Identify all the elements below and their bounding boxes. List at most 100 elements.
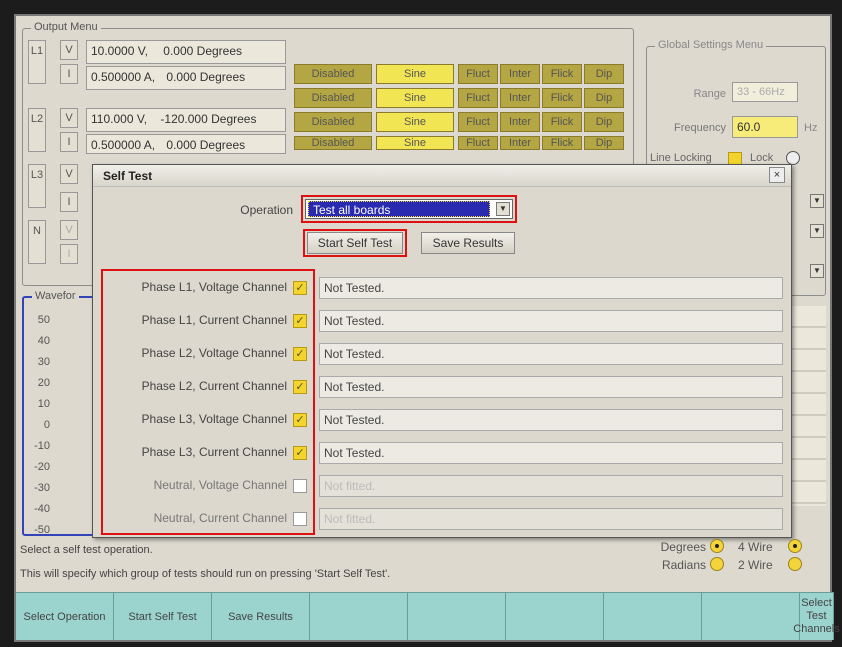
l1-v-dip-button[interactable]: Dip <box>584 64 624 84</box>
operation-selected-value: Test all boards <box>308 201 490 217</box>
softkey-8[interactable] <box>702 592 800 640</box>
l1-i-tag: I <box>60 64 78 84</box>
l1-voltage-value[interactable]: 10.0000 V, 0.000 Degrees <box>86 40 286 64</box>
l2-v-disabled-button[interactable]: Disabled <box>294 112 372 132</box>
chevron-down-icon[interactable]: ▼ <box>496 202 510 216</box>
l3-v-tag: V <box>60 164 78 184</box>
l1-v-disabled-button[interactable]: Disabled <box>294 64 372 84</box>
n-v-tag: V <box>60 220 78 240</box>
channel-label: Neutral, Voltage Channel <box>153 478 287 492</box>
l2-current-value[interactable]: 0.500000 A, 0.000 Degrees <box>86 134 286 154</box>
channel-label: Phase L1, Current Channel <box>141 313 287 327</box>
l1-v-sine-button[interactable]: Sine <box>376 64 454 84</box>
dialog-title: Self Test <box>93 165 791 187</box>
wire2-label: 2 Wire <box>738 558 773 572</box>
l2-voltage-value[interactable]: 110.000 V, -120.000 Degrees <box>86 108 286 132</box>
l2-i-inter-button[interactable]: Inter <box>500 136 540 150</box>
l1-i-disabled-button[interactable]: Disabled <box>294 88 372 108</box>
l2-v-inter-button[interactable]: Inter <box>500 112 540 132</box>
l1-i-fluct-button[interactable]: Fluct <box>458 88 498 108</box>
softkey-9[interactable]: Select Test Channels <box>793 592 840 640</box>
l1-v-tag: V <box>60 40 78 60</box>
start-self-test-button[interactable]: Start Self Test <box>307 232 403 254</box>
l2-i-dip-button[interactable]: Dip <box>584 136 624 150</box>
channel-checkbox[interactable]: ✓ <box>293 446 307 460</box>
softkey-6[interactable] <box>506 592 604 640</box>
global-dropdown-3-arrow[interactable]: ▼ <box>810 264 824 278</box>
l1-current-value[interactable]: 0.500000 A, 0.000 Degrees <box>86 66 286 90</box>
l2-current-angle: 0.000 Degrees <box>166 138 246 152</box>
range-value[interactable]: 33 - 66Hz <box>732 82 798 102</box>
help-line-2: This will specify which group of tests s… <box>20 568 391 580</box>
l2-v-dip-button[interactable]: Dip <box>584 112 624 132</box>
save-results-button[interactable]: Save Results <box>421 232 515 254</box>
channel-row: Neutral, Current Channel Not fitted. <box>93 508 783 532</box>
l2-v-sine-button[interactable]: Sine <box>376 112 454 132</box>
l2-i-flick-button[interactable]: Flick <box>542 136 582 150</box>
y-tick-label: 0 <box>43 419 50 431</box>
frequency-value[interactable]: 60.0 <box>732 116 798 138</box>
softkey-1[interactable]: Select Operation <box>16 592 114 640</box>
softkey-5[interactable] <box>408 592 506 640</box>
global-dropdown-1-arrow[interactable]: ▼ <box>810 194 824 208</box>
y-tick-label: -10 <box>34 440 50 452</box>
l2-i-sine-button[interactable]: Sine <box>376 136 454 150</box>
channel-status-field: Not Tested. <box>319 376 783 398</box>
radians-radio[interactable] <box>710 557 724 571</box>
l1-i-sine-button[interactable]: Sine <box>376 88 454 108</box>
l1-i-flick-button[interactable]: Flick <box>542 88 582 108</box>
y-tick-label: 50 <box>37 314 50 326</box>
y-tick-label: 40 <box>37 335 50 347</box>
y-tick-label: 30 <box>37 356 50 368</box>
wire4-radio[interactable] <box>788 539 802 553</box>
softkey-4[interactable] <box>310 592 408 640</box>
channel-checkbox[interactable]: ✓ <box>293 281 307 295</box>
wire2-radio[interactable] <box>788 557 802 571</box>
softkey-3[interactable]: Save Results <box>212 592 310 640</box>
channel-status-field: Not fitted. <box>319 475 783 497</box>
l1-current-magnitude: 0.500000 A, <box>91 70 156 84</box>
y-tick-label: -30 <box>34 482 50 494</box>
channel-checkbox[interactable] <box>293 512 307 526</box>
degrees-radio[interactable] <box>710 539 724 553</box>
channel-checkbox[interactable] <box>293 479 307 493</box>
l2-v-fluct-button[interactable]: Fluct <box>458 112 498 132</box>
channel-row: Phase L2, Voltage Channel ✓ Not Tested. <box>93 343 783 367</box>
phase-l1-tag: L1 <box>28 40 46 84</box>
l1-v-fluct-button[interactable]: Fluct <box>458 64 498 84</box>
operation-select[interactable]: Test all boards ▼ <box>305 199 513 219</box>
line-locking-label: Line Locking <box>650 152 712 164</box>
channel-checkbox[interactable]: ✓ <box>293 413 307 427</box>
close-icon[interactable]: × <box>769 167 785 183</box>
channel-label: Phase L3, Current Channel <box>141 445 287 459</box>
l1-v-inter-button[interactable]: Inter <box>500 64 540 84</box>
channel-label: Phase L3, Voltage Channel <box>141 412 287 426</box>
channel-checkbox[interactable]: ✓ <box>293 380 307 394</box>
softkey-2[interactable]: Start Self Test <box>114 592 212 640</box>
l1-i-dip-button[interactable]: Dip <box>584 88 624 108</box>
lock-radio[interactable] <box>786 151 800 165</box>
phase-l3-tag: L3 <box>28 164 46 208</box>
channel-row: Phase L3, Current Channel ✓ Not Tested. <box>93 442 783 466</box>
softkey-7[interactable] <box>604 592 702 640</box>
l2-i-disabled-button[interactable]: Disabled <box>294 136 372 150</box>
channel-checkbox[interactable]: ✓ <box>293 314 307 328</box>
help-line-1: Select a self test operation. <box>20 544 153 556</box>
l1-i-inter-button[interactable]: Inter <box>500 88 540 108</box>
global-settings-title: Global Settings Menu <box>655 39 767 51</box>
y-tick-label: -20 <box>34 461 50 473</box>
channel-label: Phase L1, Voltage Channel <box>141 280 287 294</box>
waveform-title: Wavefor <box>32 290 79 302</box>
l1-voltage-magnitude: 10.0000 V, <box>91 44 148 58</box>
l2-i-fluct-button[interactable]: Fluct <box>458 136 498 150</box>
l2-v-flick-button[interactable]: Flick <box>542 112 582 132</box>
channel-status-field: Not Tested. <box>319 277 783 299</box>
l2-current-magnitude: 0.500000 A, <box>91 138 156 152</box>
global-dropdown-2-arrow[interactable]: ▼ <box>810 224 824 238</box>
channel-checkbox[interactable]: ✓ <box>293 347 307 361</box>
range-label: Range <box>693 88 726 100</box>
instrument-screen: Output Menu L1 L2 L3 N V I V I V I V I 1… <box>14 14 840 642</box>
l1-v-flick-button[interactable]: Flick <box>542 64 582 84</box>
channel-row: Phase L1, Current Channel ✓ Not Tested. <box>93 310 783 334</box>
frequency-label: Frequency <box>674 122 726 134</box>
